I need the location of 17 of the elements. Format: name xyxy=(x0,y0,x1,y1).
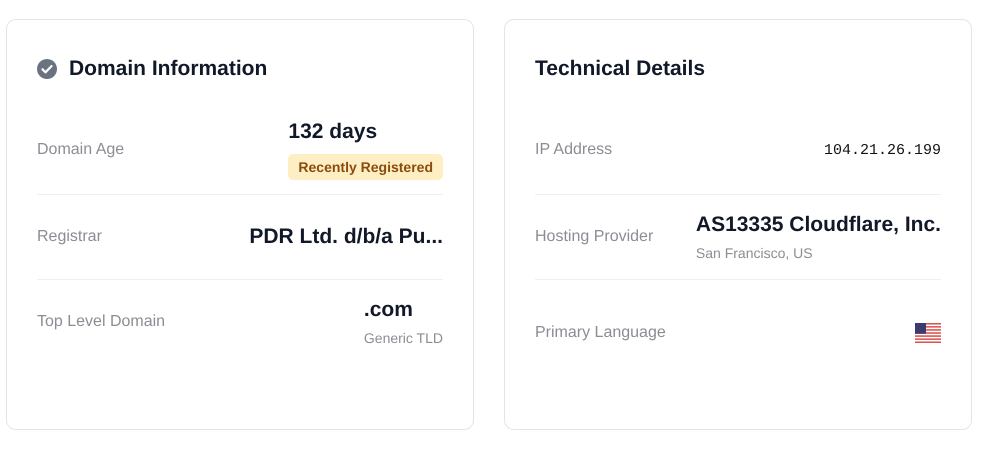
card-title: Technical Details xyxy=(535,57,706,81)
status-badge: Recently Registered xyxy=(288,154,443,180)
field-label: Hosting Provider xyxy=(535,228,654,246)
field-subtext: Generic TLD xyxy=(364,330,443,346)
flag-icon xyxy=(915,323,941,343)
field-value: 104.21.26.199 xyxy=(824,142,941,158)
field-label: Top Level Domain xyxy=(37,313,166,331)
field-label: Primary Language xyxy=(535,324,666,342)
field-label: IP Address xyxy=(535,141,612,159)
field-value: .com xyxy=(364,298,413,322)
field-value: AS13335 Cloudflare, Inc. xyxy=(696,213,941,237)
field-value: PDR Ltd. d/b/a Pu... xyxy=(249,225,443,249)
card-title: Domain Information xyxy=(69,57,268,81)
field-label: Domain Age xyxy=(37,141,124,159)
field-value: 132 days xyxy=(288,120,378,144)
field-label: Registrar xyxy=(37,228,102,246)
field-subtext: San Francisco, US xyxy=(696,245,813,261)
